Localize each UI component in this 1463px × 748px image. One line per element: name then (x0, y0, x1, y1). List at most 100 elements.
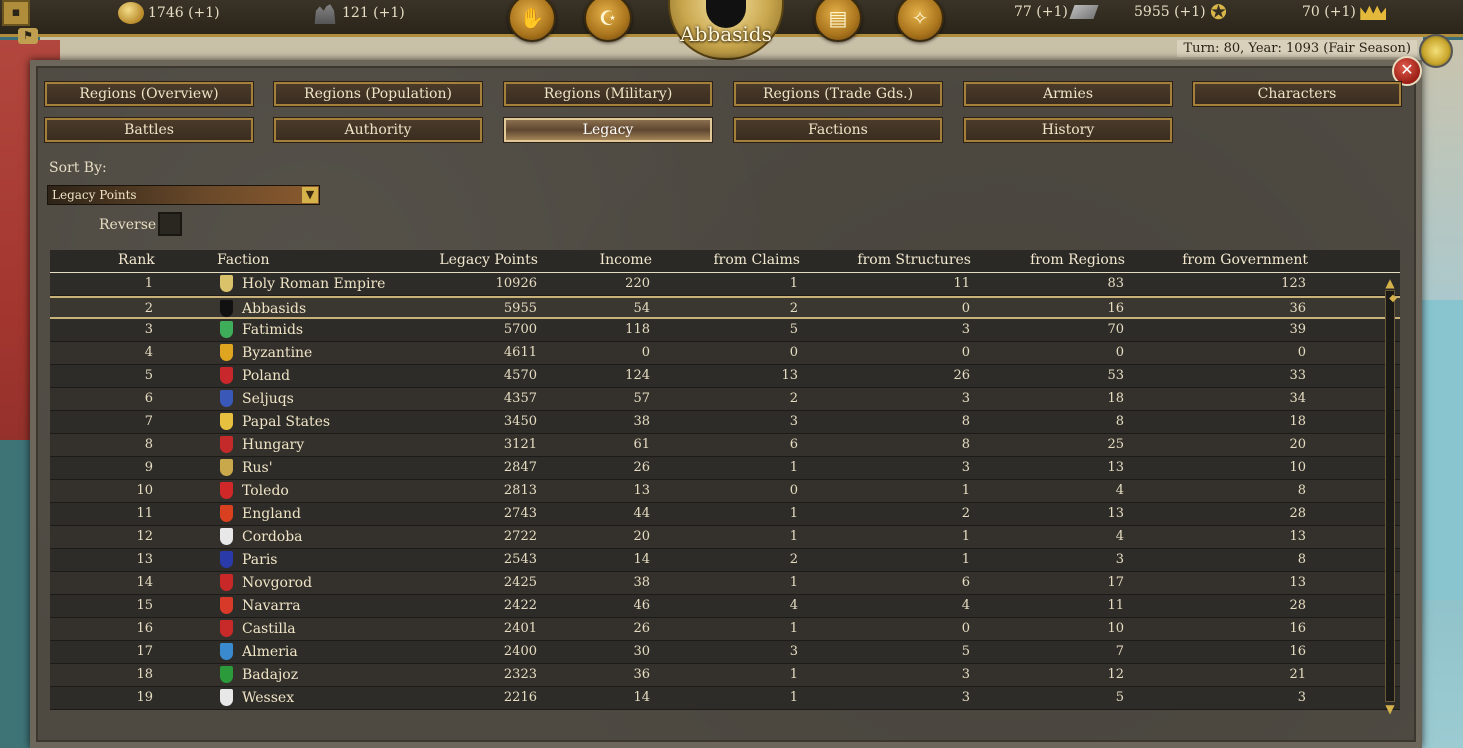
tab-legacy[interactable]: Legacy (503, 117, 713, 143)
table-header: Rank Faction Legacy Points Income from C… (50, 250, 1400, 273)
header-rank[interactable]: Rank (118, 252, 155, 268)
table-row[interactable]: 7 Papal States 3450 38 3 8 8 18 (50, 411, 1400, 434)
table-row[interactable]: 1 Holy Roman Empire 10926 220 1 11 83 123 (50, 273, 1400, 296)
faction-name-cell: Cordoba (242, 529, 303, 545)
faction-name: Abbasids (680, 22, 772, 46)
table-row[interactable]: 12 Cordoba 2722 20 1 1 4 13 (50, 526, 1400, 549)
tab-regions-overview[interactable]: Regions (Overview) (44, 81, 254, 107)
map-flag-icon[interactable]: ⚑ (18, 28, 38, 44)
from-government-cell: 16 (1289, 621, 1306, 636)
diplomacy-handshake-icon[interactable]: ✋ (508, 0, 556, 42)
header-legacy-points[interactable]: Legacy Points (410, 252, 538, 268)
compass-icon[interactable]: ✧ (896, 0, 944, 42)
tab-armies[interactable]: Armies (963, 81, 1173, 107)
header-faction[interactable]: Faction (217, 252, 270, 268)
rank-cell: 10 (136, 483, 153, 498)
from-government-cell: 3 (1297, 690, 1306, 705)
faction-crest-icon (220, 390, 233, 407)
iron-bars-icon (1069, 5, 1099, 19)
table-row[interactable]: 11 England 2743 44 1 2 13 28 (50, 503, 1400, 526)
tab-characters[interactable]: Characters (1192, 81, 1402, 107)
faction-crest-icon (220, 574, 233, 591)
header-from-regions[interactable]: from Regions (1010, 252, 1125, 268)
rank-cell: 11 (136, 506, 153, 521)
crown-icon (1360, 5, 1387, 20)
rank-cell: 5 (144, 368, 153, 383)
faction-crest-icon (220, 597, 233, 614)
faction-name-cell: Paris (242, 552, 278, 568)
legacy-points-cell: 2323 (503, 667, 537, 682)
from-structures-cell: 4 (961, 598, 970, 613)
table-row[interactable]: 9 Rus' 2847 26 1 3 13 10 (50, 457, 1400, 480)
menu-icon[interactable]: ▪ (2, 0, 30, 26)
header-from-structures[interactable]: from Structures (840, 252, 971, 268)
table-row[interactable]: 6 Seljuqs 4357 57 2 3 18 34 (50, 388, 1400, 411)
season-sun-icon (1419, 34, 1453, 68)
tab-factions[interactable]: Factions (733, 117, 943, 143)
faction-name-cell: Abbasids (242, 301, 307, 317)
table-row[interactable]: 16 Castilla 2401 26 1 0 10 16 (50, 618, 1400, 641)
rank-cell: 2 (144, 301, 153, 316)
scroll-track[interactable]: ◆ (1385, 290, 1397, 702)
scroll-ledger-icon[interactable]: ▤ (814, 0, 862, 42)
from-claims-cell: 5 (789, 322, 798, 337)
rank-cell: 14 (136, 575, 153, 590)
from-structures-cell: 8 (961, 437, 970, 452)
from-regions-cell: 8 (1115, 414, 1124, 429)
tab-battles[interactable]: Battles (44, 117, 254, 143)
from-regions-cell: 70 (1107, 322, 1124, 337)
reverse-checkbox[interactable] (158, 212, 182, 236)
tab-regions-trade-goods[interactable]: Regions (Trade Gds.) (733, 81, 943, 107)
from-regions-cell: 4 (1115, 483, 1124, 498)
income-cell: 13 (633, 483, 650, 498)
header-income[interactable]: Income (570, 252, 652, 268)
table-row[interactable]: 18 Badajoz 2323 36 1 3 12 21 (50, 664, 1400, 687)
scroll-up-icon[interactable]: ▲ (1383, 276, 1397, 290)
from-claims-cell: 0 (789, 483, 798, 498)
table-row[interactable]: 2 Abbasids 5955 54 2 0 16 36 (50, 296, 1400, 319)
from-structures-cell: 0 (961, 621, 970, 636)
legacy-points-cell: 5955 (503, 301, 537, 316)
header-from-claims[interactable]: from Claims (690, 252, 800, 268)
faction-crest-icon (220, 300, 233, 317)
income-cell: 30 (633, 644, 650, 659)
income-cell: 57 (633, 391, 650, 406)
faction-crest-icon (220, 551, 233, 568)
faction-name-cell: Rus' (242, 460, 273, 476)
table-row[interactable]: 13 Paris 2543 14 2 1 3 8 (50, 549, 1400, 572)
from-claims-cell: 1 (789, 667, 798, 682)
chevron-down-icon[interactable]: ▼ (302, 187, 318, 203)
from-structures-cell: 1 (961, 483, 970, 498)
from-structures-cell: 3 (961, 391, 970, 406)
rank-cell: 18 (136, 667, 153, 682)
table-row[interactable]: 5 Poland 4570 124 13 26 53 33 (50, 365, 1400, 388)
income-cell: 44 (633, 506, 650, 521)
tab-regions-military[interactable]: Regions (Military) (503, 81, 713, 107)
table-row[interactable]: 17 Almeria 2400 30 3 5 7 16 (50, 641, 1400, 664)
scroll-thumb-icon[interactable]: ◆ (1386, 291, 1400, 307)
table-row[interactable]: 4 Byzantine 4611 0 0 0 0 0 (50, 342, 1400, 365)
from-government-cell: 8 (1297, 552, 1306, 567)
table-row[interactable]: 3 Fatimids 5700 118 5 3 70 39 (50, 319, 1400, 342)
tab-regions-population[interactable]: Regions (Population) (273, 81, 483, 107)
from-regions-cell: 7 (1115, 644, 1124, 659)
faction-crest-icon (220, 459, 233, 476)
faction-crest-icon (220, 620, 233, 637)
religion-crescent-icon[interactable]: ☪ (584, 0, 632, 42)
table-row[interactable]: 10 Toledo 2813 13 0 1 4 8 (50, 480, 1400, 503)
income-cell: 118 (625, 322, 650, 337)
sort-by-dropdown[interactable]: Legacy Points ▼ (47, 185, 320, 205)
tab-authority[interactable]: Authority (273, 117, 483, 143)
header-from-government[interactable]: from Government (1160, 252, 1308, 268)
table-row[interactable]: 19 Wessex 2216 14 1 3 5 3 (50, 687, 1400, 710)
table-row[interactable]: 15 Navarra 2422 46 4 4 11 28 (50, 595, 1400, 618)
tab-history[interactable]: History (963, 117, 1173, 143)
table-row[interactable]: 14 Novgorod 2425 38 1 6 17 13 (50, 572, 1400, 595)
table-scrollbar[interactable]: ▲ ◆ ▼ (1383, 276, 1397, 716)
from-structures-cell: 1 (961, 552, 970, 567)
legacy-points-cell: 4611 (503, 345, 537, 360)
from-government-cell: 34 (1289, 391, 1306, 406)
faction-name-cell: Seljuqs (242, 391, 294, 407)
table-row[interactable]: 8 Hungary 3121 61 6 8 25 20 (50, 434, 1400, 457)
scroll-down-icon[interactable]: ▼ (1383, 702, 1397, 716)
